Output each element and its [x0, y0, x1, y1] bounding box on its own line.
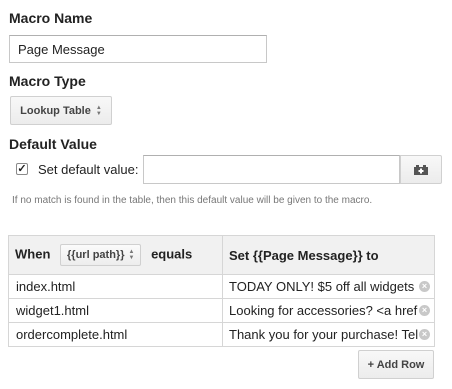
when-label: When — [15, 246, 51, 262]
set-header: Set {{Page Message}} to — [222, 235, 435, 275]
url-path-variable: {{url path}} — [67, 249, 125, 261]
row-key: ordercomplete.html — [16, 327, 128, 342]
row-value: Thank you for your purchase! Tel — [229, 327, 418, 342]
default-value-label: Default Value — [9, 136, 97, 152]
up-down-arrows-icon: ▲ ▼ — [128, 249, 135, 261]
when-header: When {{url path}} ▲ ▼ equals — [8, 235, 223, 275]
add-variable-icon — [414, 164, 428, 175]
equals-label: equals — [151, 246, 193, 262]
set-label: Set {{Page Message}} to — [229, 247, 379, 263]
variable-picker-button[interactable] — [400, 155, 442, 184]
row-value-input[interactable]: Looking for accessories? <a href × — [222, 298, 435, 323]
row-key-input[interactable]: index.html — [8, 274, 223, 299]
macro-name-value: Page Message — [18, 41, 105, 57]
set-default-checkbox[interactable]: ✓ — [16, 163, 28, 175]
row-value-input[interactable]: TODAY ONLY! $5 off all widgets × — [222, 274, 435, 299]
row-key: index.html — [16, 279, 76, 294]
macro-type-select[interactable]: Lookup Table ▲ ▼ — [10, 96, 112, 125]
lookup-table: When {{url path}} ▲ ▼ equals Set {{Page M… — [8, 235, 435, 347]
set-default-label: Set default value: — [38, 162, 139, 177]
table-row: ordercomplete.html Thank you for your pu… — [8, 322, 435, 347]
remove-row-icon[interactable]: × — [419, 305, 430, 316]
default-value-input[interactable] — [143, 155, 400, 184]
row-value: Looking for accessories? <a href — [229, 303, 418, 318]
macro-name-label: Macro Name — [9, 10, 93, 26]
default-value-help: If no match is found in the table, then … — [12, 195, 373, 206]
remove-row-icon[interactable]: × — [419, 281, 430, 292]
row-key-input[interactable]: widget1.html — [8, 298, 223, 323]
url-path-variable-select[interactable]: {{url path}} ▲ ▼ — [60, 244, 142, 266]
row-key: widget1.html — [16, 303, 89, 318]
row-key-input[interactable]: ordercomplete.html — [8, 322, 223, 347]
lookup-table-header: When {{url path}} ▲ ▼ equals Set {{Page M… — [8, 235, 435, 275]
table-row: index.html TODAY ONLY! $5 off all widget… — [8, 274, 435, 299]
macro-type-value: Lookup Table — [20, 104, 91, 117]
macro-type-label: Macro Type — [9, 73, 86, 89]
remove-row-icon[interactable]: × — [419, 329, 430, 340]
add-row-button[interactable]: + Add Row — [358, 350, 434, 379]
macro-name-input[interactable]: Page Message — [9, 35, 267, 63]
up-down-arrows-icon: ▲ ▼ — [95, 104, 102, 117]
table-row: widget1.html Looking for accessories? <a… — [8, 298, 435, 323]
row-value: TODAY ONLY! $5 off all widgets — [229, 279, 415, 294]
row-value-input[interactable]: Thank you for your purchase! Tel × — [222, 322, 435, 347]
